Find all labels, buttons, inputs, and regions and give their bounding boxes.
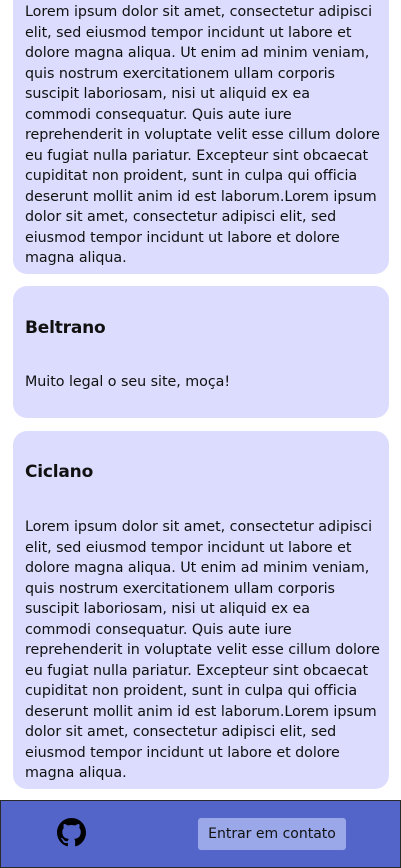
comment-author: Beltrano bbox=[25, 318, 106, 338]
comment-text: Lorem ipsum dolor sit amet, consectetur … bbox=[25, 4, 380, 266]
comment-card: Ciclano Lorem ipsum dolor sit amet, cons… bbox=[13, 431, 389, 789]
comment-text: Muito legal o seu site, moça! bbox=[25, 374, 231, 390]
comment-card: Beltrano Muito legal o seu site, moça! bbox=[13, 286, 389, 418]
contact-button[interactable]: Entrar em contato bbox=[198, 818, 346, 850]
footer: Entrar em contato bbox=[0, 800, 401, 868]
github-icon[interactable] bbox=[57, 818, 86, 847]
page: Lorem ipsum dolor sit amet, consectetur … bbox=[0, 0, 401, 868]
comment-card: Lorem ipsum dolor sit amet, consectetur … bbox=[13, 0, 389, 274]
comment-author: Ciclano bbox=[25, 462, 94, 482]
comment-text: Lorem ipsum dolor sit amet, consectetur … bbox=[25, 519, 380, 781]
